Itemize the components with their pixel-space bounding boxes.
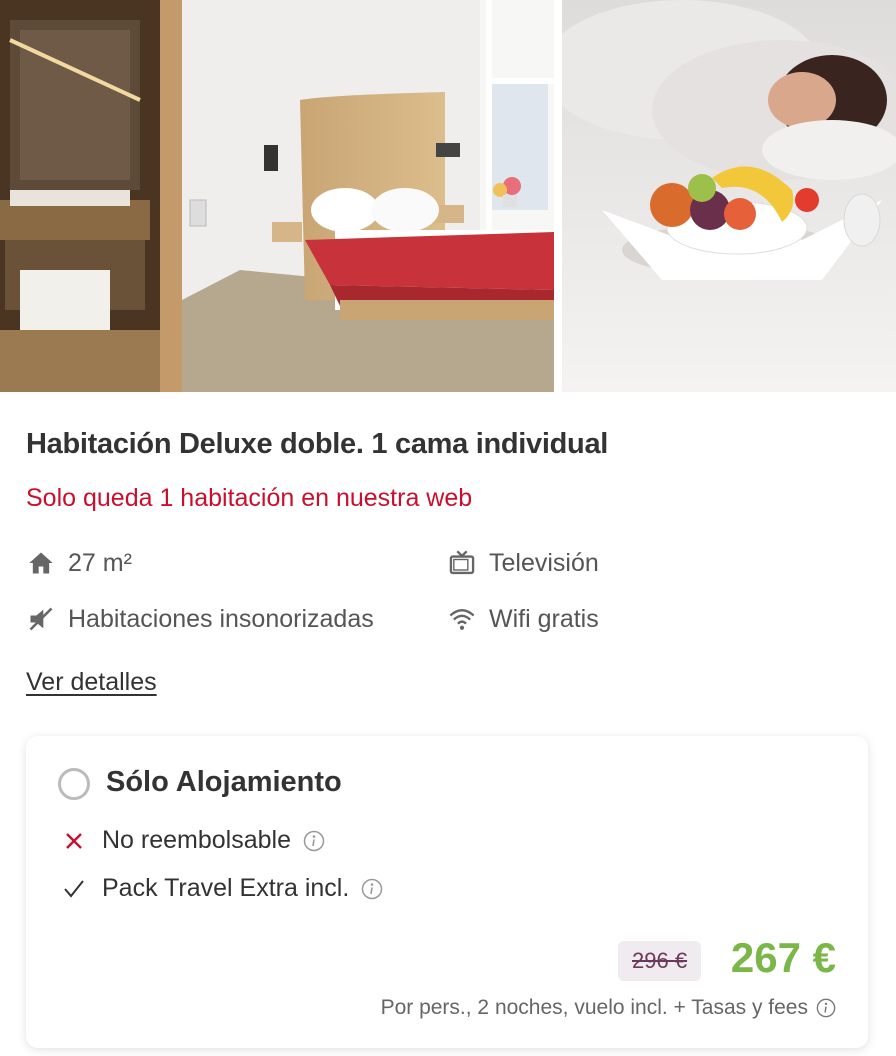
info-icon[interactable] [361, 878, 383, 900]
amenity-label: Wifi gratis [489, 604, 599, 633]
condition-label: Pack Travel Extra incl. [102, 874, 350, 902]
availability-notice: Solo queda 1 habitación en nuestra web [26, 484, 473, 512]
amenity-label: 27 m² [68, 548, 132, 577]
tv-icon [447, 548, 477, 578]
room-photo-bedroom[interactable] [0, 0, 554, 392]
cross-icon [62, 829, 86, 853]
info-icon[interactable] [303, 830, 325, 852]
room-title: Habitación Deluxe doble. 1 cama individu… [26, 428, 609, 460]
rate-radio-button[interactable] [58, 768, 90, 800]
soundproof-icon [26, 604, 56, 634]
amenity-tv: Televisión [447, 548, 599, 578]
current-price: 267 € [730, 934, 836, 981]
amenity-label: Televisión [489, 548, 599, 577]
condition-label: No reembolsable [102, 826, 291, 854]
house-icon [26, 548, 56, 578]
rate-option-card[interactable]: Sólo Alojamiento No reembolsable Pack Tr… [26, 736, 868, 1048]
condition-travel-pack: Pack Travel Extra incl. [62, 874, 383, 903]
breakfast-image [562, 0, 896, 392]
price-note: Por pers., 2 noches, vuelo incl. + Tasas… [381, 996, 836, 1020]
amenity-soundproof: Habitaciones insonorizadas [26, 604, 374, 634]
original-price: 296 € [618, 941, 702, 981]
condition-non-refundable: No reembolsable [62, 826, 325, 855]
price-note-text: Por pers., 2 noches, vuelo incl. + Tasas… [380, 996, 808, 1019]
amenity-wifi: Wifi gratis [447, 604, 599, 634]
view-details-link[interactable]: Ver detalles [26, 668, 157, 697]
amenity-label: Habitaciones insonorizadas [68, 604, 374, 633]
room-photo-breakfast[interactable] [562, 0, 896, 392]
wifi-icon [447, 604, 477, 634]
info-icon[interactable] [816, 998, 836, 1018]
amenity-size: 27 m² [26, 548, 132, 578]
rate-title: Sólo Alojamiento [106, 766, 342, 798]
photo-gallery [0, 0, 896, 392]
bedroom-image [0, 0, 554, 392]
check-icon [62, 877, 86, 901]
